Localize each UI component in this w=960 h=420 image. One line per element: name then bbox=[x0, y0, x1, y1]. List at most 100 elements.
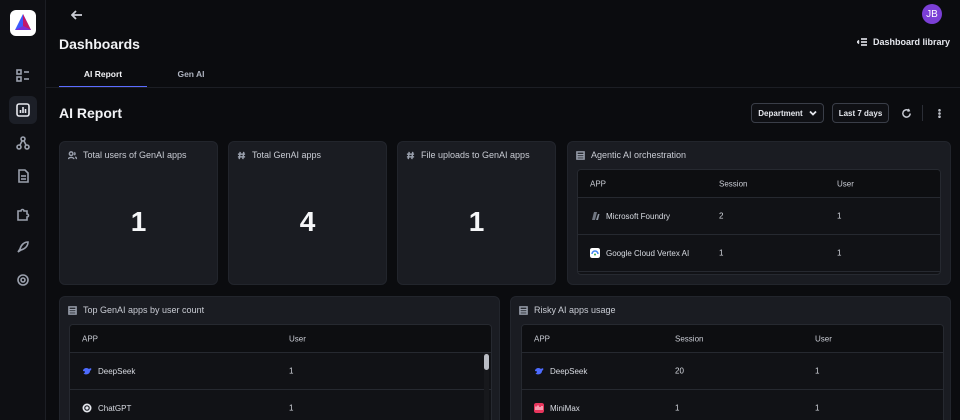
card-title: Top GenAI apps by user count bbox=[68, 305, 204, 315]
settings-icon bbox=[17, 274, 29, 286]
date-range-label: Last 7 days bbox=[838, 108, 883, 118]
logo-icon bbox=[15, 14, 31, 30]
session-cell: 1 bbox=[675, 403, 680, 413]
tab-ai-report[interactable]: AI Report bbox=[59, 64, 147, 88]
tab-divider bbox=[46, 87, 960, 88]
network-icon bbox=[16, 136, 30, 150]
user-cell: 1 bbox=[815, 366, 820, 376]
document-icon bbox=[18, 169, 29, 183]
table-row[interactable]: Google Cloud Vertex AI 1 1 bbox=[578, 235, 940, 272]
table-row[interactable]: Microsoft Foundry 2 1 bbox=[578, 198, 940, 235]
hash-icon bbox=[406, 151, 415, 159]
table-header: APP Session User bbox=[522, 325, 943, 353]
deepseek-icon bbox=[535, 367, 544, 375]
rail-item-graph[interactable] bbox=[9, 129, 37, 157]
deepseek-icon bbox=[83, 367, 92, 375]
bar-chart-icon bbox=[16, 103, 30, 117]
table-row[interactable]: DeepSeek 20 1 bbox=[522, 353, 943, 390]
app-logo[interactable] bbox=[10, 10, 36, 36]
rail-item-launch[interactable] bbox=[9, 233, 37, 261]
metric-card-title: Total GenAI apps bbox=[237, 150, 321, 160]
table-header: APP Session User bbox=[578, 170, 940, 198]
rail-item-overview[interactable] bbox=[9, 62, 37, 90]
column-header-app[interactable]: APP bbox=[590, 179, 606, 188]
column-header-user[interactable]: User bbox=[837, 179, 854, 188]
metric-value: 1 bbox=[130, 206, 147, 237]
table-header: APP User bbox=[70, 325, 491, 353]
session-cell: 20 bbox=[675, 366, 684, 376]
risky-ai-apps-table: APP Session User DeepSeek 20 1 MiniMax 1… bbox=[521, 324, 944, 420]
app-cell: MiniMax bbox=[534, 403, 580, 413]
app-cell: DeepSeek bbox=[82, 366, 135, 376]
google-cloud-vertex-ai-icon bbox=[590, 248, 600, 258]
arrow-left-icon bbox=[71, 10, 82, 20]
microsoft-foundry-icon bbox=[592, 212, 600, 220]
chatgpt-icon bbox=[82, 403, 92, 413]
table-icon bbox=[519, 305, 528, 315]
column-header-user[interactable]: User bbox=[815, 334, 832, 343]
hash-icon bbox=[237, 151, 246, 159]
rocket-icon bbox=[17, 241, 29, 253]
column-header-session[interactable]: Session bbox=[675, 334, 703, 343]
top-genai-apps-card: Top GenAI apps by user count APP User De… bbox=[59, 296, 500, 420]
tab-gen-ai[interactable]: Gen AI bbox=[147, 64, 235, 88]
card-title: Agentic AI orchestration bbox=[576, 150, 686, 160]
app-cell: Google Cloud Vertex AI bbox=[590, 248, 689, 258]
dashboard-library-button[interactable]: Dashboard library bbox=[857, 37, 950, 47]
risky-ai-apps-card: Risky AI apps usage APP Session User Dee… bbox=[510, 296, 951, 420]
metric-card-title: Total users of GenAI apps bbox=[68, 150, 187, 160]
left-rail bbox=[0, 0, 46, 420]
user-cell: 1 bbox=[289, 403, 294, 413]
minimax-icon bbox=[534, 403, 544, 413]
user-cell: 1 bbox=[289, 366, 294, 376]
table-row[interactable]: MiniMax 1 1 bbox=[522, 390, 943, 420]
column-header-user[interactable]: User bbox=[289, 334, 306, 343]
session-cell: 2 bbox=[719, 211, 724, 221]
more-vertical-icon bbox=[937, 108, 941, 118]
dashboard-list-icon bbox=[16, 69, 29, 82]
rail-item-dashboards[interactable] bbox=[9, 96, 37, 124]
refresh-icon bbox=[901, 108, 911, 118]
table-icon bbox=[68, 305, 77, 315]
rail-item-integrations[interactable] bbox=[9, 200, 37, 228]
avatar[interactable]: JB bbox=[922, 4, 942, 24]
tab-bar: AI Report Gen AI bbox=[59, 64, 235, 88]
toolbar-divider bbox=[922, 105, 923, 121]
page-title: Dashboards bbox=[59, 36, 140, 52]
metric-card-total-users: Total users of GenAI apps 1 bbox=[59, 141, 218, 285]
dashboard-library-label: Dashboard library bbox=[873, 37, 951, 47]
user-cell: 1 bbox=[837, 211, 842, 221]
table-row[interactable]: DeepSeek 1 bbox=[70, 353, 491, 390]
rail-item-reports[interactable] bbox=[9, 162, 37, 190]
scrollbar-thumb[interactable] bbox=[484, 354, 489, 370]
agentic-ai-card: Agentic AI orchestration APP Session Use… bbox=[567, 141, 951, 285]
metric-card-file-uploads: File uploads to GenAI apps 1 bbox=[397, 141, 556, 285]
refresh-button[interactable] bbox=[898, 105, 914, 121]
metric-value: 1 bbox=[468, 206, 485, 237]
column-header-app[interactable]: APP bbox=[534, 334, 550, 343]
table-icon bbox=[576, 150, 585, 160]
metric-card-title: File uploads to GenAI apps bbox=[406, 150, 530, 160]
rail-item-settings[interactable] bbox=[9, 266, 37, 294]
metric-value: 4 bbox=[299, 206, 316, 237]
app-cell: Microsoft Foundry bbox=[590, 211, 670, 221]
app-cell: ChatGPT bbox=[82, 403, 131, 413]
users-icon bbox=[68, 150, 77, 159]
back-button[interactable] bbox=[68, 6, 86, 24]
metric-card-total-apps: Total GenAI apps 4 bbox=[228, 141, 387, 285]
puzzle-icon bbox=[17, 208, 30, 221]
column-header-session[interactable]: Session bbox=[719, 179, 747, 188]
agentic-ai-table: APP Session User Microsoft Foundry 2 1 G… bbox=[577, 169, 941, 275]
library-list-icon bbox=[857, 38, 867, 46]
department-filter[interactable]: Department bbox=[751, 103, 824, 123]
session-cell: 1 bbox=[719, 248, 724, 258]
table-row[interactable]: ChatGPT 1 bbox=[70, 390, 491, 420]
card-title: Risky AI apps usage bbox=[519, 305, 616, 315]
column-header-app[interactable]: APP bbox=[82, 334, 98, 343]
date-range-button[interactable]: Last 7 days bbox=[832, 103, 889, 123]
user-cell: 1 bbox=[815, 403, 820, 413]
more-options-button[interactable] bbox=[931, 105, 947, 121]
chevron-down-icon bbox=[809, 110, 817, 116]
app-cell: DeepSeek bbox=[534, 366, 587, 376]
department-filter-label: Department bbox=[758, 108, 803, 118]
